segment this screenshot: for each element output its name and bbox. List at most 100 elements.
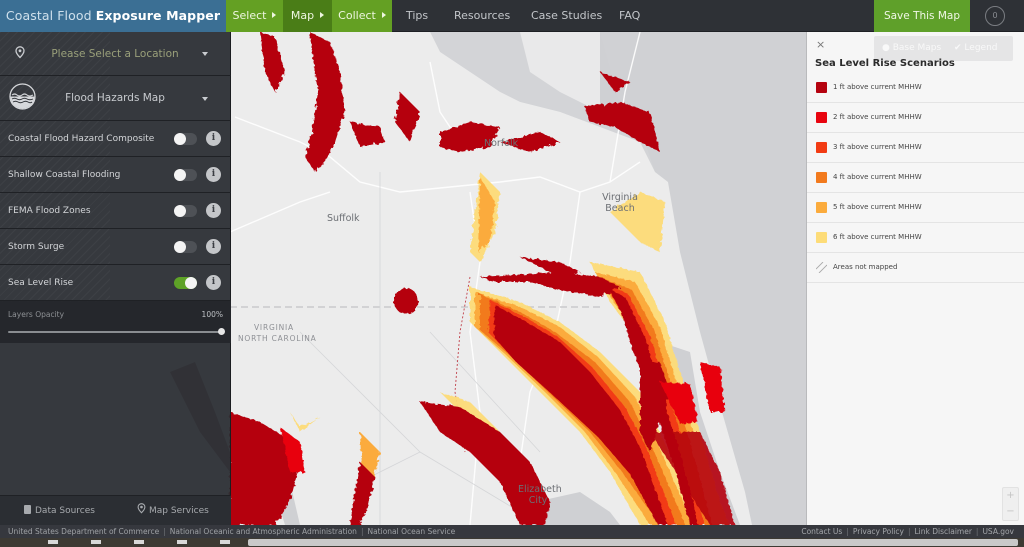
nav-resources[interactable]: Resources <box>454 0 510 32</box>
taskbar-marker <box>134 540 144 544</box>
legend-panel: × ● Base Maps ✔ Legend Sea Level Rise Sc… <box>806 32 1024 525</box>
layers-opacity-control: Layers Opacity 100% <box>0 301 231 343</box>
place-label-suffolk: Suffolk <box>327 213 360 224</box>
place-label-virginia-beach: Virginia Beach <box>602 192 638 214</box>
separator: | <box>163 527 166 536</box>
nav-tips[interactable]: Tips <box>406 0 428 32</box>
agency-doc-link[interactable]: United States Department of Commerce <box>8 527 159 536</box>
taskbar-marker <box>220 540 230 544</box>
step-map[interactable]: Map <box>283 0 332 32</box>
legend-label: 5 ft above current MHHW <box>833 203 922 211</box>
legend-item: 5 ft above current MHHW <box>807 193 1024 223</box>
saved-maps-count-badge[interactable]: 0 <box>985 6 1005 26</box>
layer-name: FEMA Flood Zones <box>8 206 91 216</box>
layer-toggle[interactable] <box>174 169 197 181</box>
layer-toggle[interactable] <box>174 277 197 289</box>
legend-swatch <box>816 82 827 93</box>
place-label-elizabeth-city: Elizabeth City <box>518 484 562 506</box>
opacity-label: Layers Opacity <box>8 310 65 319</box>
toggle-knob <box>185 277 197 289</box>
location-select[interactable]: Please Select a Location <box>0 32 231 76</box>
hatch-swatch-icon <box>816 262 827 273</box>
state-label-virginia: VIRGINIA <box>254 323 294 332</box>
info-icon[interactable]: i <box>206 167 221 182</box>
zoom-out-button[interactable]: − <box>1003 504 1018 520</box>
zoom-control: + − <box>1002 487 1019 521</box>
opacity-slider-track[interactable] <box>8 331 223 333</box>
chevron-right-icon <box>320 12 325 18</box>
legend-swatch <box>816 232 827 243</box>
legend-item: 6 ft above current MHHW <box>807 223 1024 253</box>
layer-toggle[interactable] <box>174 133 197 145</box>
layer-row-shallow-coastal-flooding: Shallow Coastal Flooding i <box>0 157 231 193</box>
layer-row-fema-flood-zones: FEMA Flood Zones i <box>0 193 231 229</box>
window-bottom-edge <box>0 538 1024 547</box>
agency-noaa-link[interactable]: National Oceanic and Atmospheric Adminis… <box>170 527 357 536</box>
database-icon <box>24 505 31 514</box>
tab-legend[interactable]: ✔ Legend <box>954 36 997 61</box>
legend-swatch <box>816 112 827 123</box>
toggle-knob <box>174 205 186 217</box>
info-icon[interactable]: i <box>206 203 221 218</box>
footer-bar: United States Department of Commerce | Nat… <box>0 525 1024 538</box>
legend-swatch <box>816 202 827 213</box>
step-select-label: Select <box>232 9 267 22</box>
legend-label: 3 ft above current MHHW <box>833 143 922 151</box>
opacity-slider-thumb[interactable] <box>218 328 225 335</box>
legend-item: 1 ft above current MHHW <box>807 73 1024 103</box>
toggle-knob <box>174 133 186 145</box>
legend-item: Areas not mapped <box>807 253 1024 283</box>
tab-legend-label: Legend <box>964 43 998 53</box>
layer-name: Coastal Flood Hazard Composite <box>8 134 155 144</box>
map-type-select[interactable]: Flood Hazards Map <box>0 76 231 121</box>
privacy-policy-link[interactable]: Privacy Policy <box>853 527 904 536</box>
agency-nos-link[interactable]: National Ocean Service <box>367 527 455 536</box>
layer-name: Shallow Coastal Flooding <box>8 170 121 180</box>
step-select[interactable]: Select <box>226 0 283 32</box>
map-pin-icon: ● <box>882 43 890 53</box>
horizontal-scrollbar[interactable] <box>248 539 1018 546</box>
data-sources-link[interactable]: Data Sources <box>24 496 95 526</box>
step-collect[interactable]: Collect <box>332 0 392 32</box>
data-sources-label: Data Sources <box>35 506 95 516</box>
state-label-north-carolina: NORTH CAROLINA <box>238 334 317 343</box>
separator: | <box>975 527 979 536</box>
taskbar-marker <box>48 540 58 544</box>
top-navigation-bar: Coastal Flood Exposure Mapper Select Map… <box>0 0 1024 32</box>
map-services-link[interactable]: Map Services <box>137 496 209 526</box>
usa-gov-link[interactable]: USA.gov <box>982 527 1014 536</box>
contact-us-link[interactable]: Contact Us <box>801 527 842 536</box>
legend-item: 3 ft above current MHHW <box>807 133 1024 163</box>
app-title-prefix: Coastal Flood <box>5 8 92 23</box>
app-title-bold: Exposure Mapper <box>95 8 221 23</box>
map-services-label: Map Services <box>149 506 209 516</box>
separator: | <box>360 527 364 536</box>
nav-case-studies[interactable]: Case Studies <box>531 0 602 32</box>
tab-base-maps-label: Base Maps <box>892 43 942 53</box>
separator: | <box>907 527 911 536</box>
link-disclaimer-link[interactable]: Link Disclaimer <box>915 527 972 536</box>
legend-item: 4 ft above current MHHW <box>807 163 1024 193</box>
nav-faq[interactable]: FAQ <box>619 0 640 32</box>
layer-toggle[interactable] <box>174 205 197 217</box>
layer-toggle[interactable] <box>174 241 197 253</box>
step-map-label: Map <box>290 9 315 22</box>
layer-name: Sea Level Rise <box>8 278 74 288</box>
chevron-right-icon <box>272 12 277 18</box>
check-circle-icon: ✔ <box>954 43 962 53</box>
left-control-panel: Please Select a Location Flood Hazards M… <box>0 32 231 525</box>
legal-links: Contact Us | Privacy Policy | Link Disclaime… <box>801 525 1014 538</box>
legend-label: 2 ft above current MHHW <box>833 113 922 121</box>
save-map-button[interactable]: Save This Map <box>874 0 970 32</box>
legend-label: 4 ft above current MHHW <box>833 173 922 181</box>
map-type-value: Flood Hazards Map <box>65 92 165 104</box>
zoom-in-button[interactable]: + <box>1003 488 1018 504</box>
close-icon[interactable]: × <box>816 38 825 51</box>
info-icon[interactable]: i <box>206 239 221 254</box>
panel-footer: Data Sources Map Services <box>0 495 231 525</box>
location-select-value: Please Select a Location <box>51 48 179 60</box>
taskbar-marker <box>177 540 187 544</box>
app-title[interactable]: Coastal Flood Exposure Mapper <box>0 0 226 32</box>
info-icon[interactable]: i <box>206 275 221 290</box>
info-icon[interactable]: i <box>206 131 221 146</box>
